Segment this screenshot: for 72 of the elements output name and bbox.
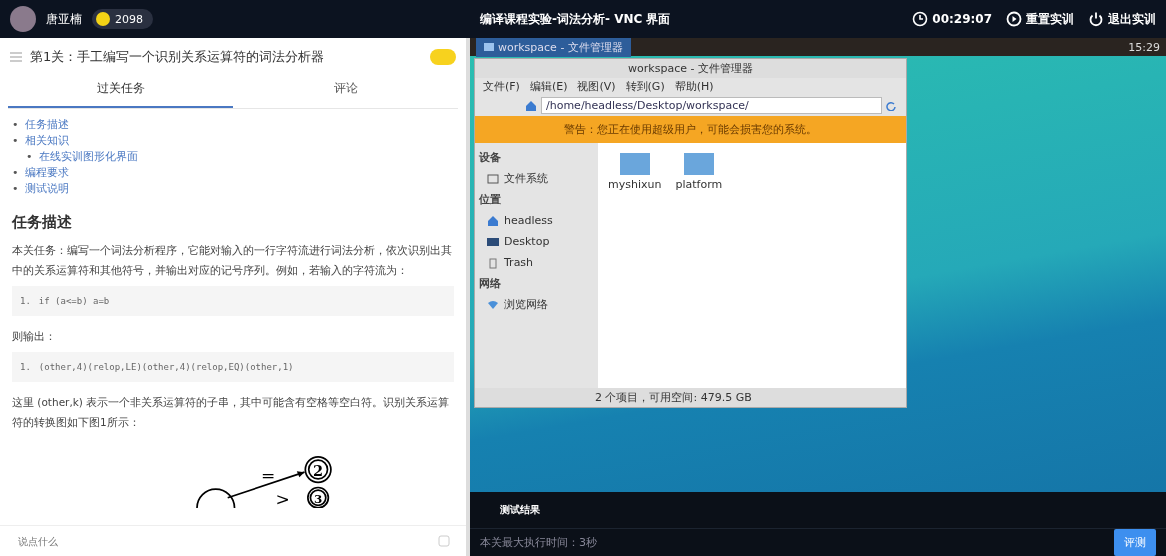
reload-icon[interactable]	[886, 100, 896, 111]
toc-link[interactable]: 相关知识	[24, 134, 69, 147]
sidebar-item[interactable]: Trash	[504, 252, 534, 273]
section-heading: 任务描述	[12, 213, 73, 232]
window-title: workspace - 文件管理器	[475, 59, 906, 78]
paragraph: 本关任务：编写一个词法分析程序，它能对输入的一行字符流进行词法分析，依次识别出其中的关系运算符和其他符号，并输出对应的记号序列。例如，若输入的字符流为：	[12, 243, 453, 278]
sidebar-item[interactable]: 浏览网络	[504, 294, 548, 315]
state-label: 3	[313, 491, 323, 506]
menu-item[interactable]: 转到(G)	[625, 79, 665, 94]
bullet-mark: •	[12, 134, 19, 147]
folder-icon[interactable]	[619, 151, 650, 175]
bullet-mark: •	[12, 166, 19, 179]
code-line: if (a<=b) a=b	[38, 296, 110, 306]
menu-item[interactable]: 编辑(E)	[529, 79, 568, 94]
home-icon[interactable]	[525, 99, 537, 112]
user-avatar[interactable]	[10, 6, 36, 32]
edge-label: =	[260, 464, 276, 485]
power-icon	[1088, 11, 1104, 27]
sidebar-item[interactable]: Desktop	[504, 231, 550, 252]
menu-item[interactable]: 视图(V)	[577, 79, 616, 94]
state-label: 2	[313, 462, 324, 480]
taskbar-clock: 15:29	[1128, 40, 1160, 54]
folder-name[interactable]: platform	[675, 178, 723, 191]
page-title: 编译课程实验-词法分析- VNC 界面	[480, 10, 671, 28]
timer-text: 00:29:07	[932, 12, 992, 26]
edge-label: >	[275, 488, 290, 508]
menu-icon[interactable]	[10, 52, 22, 62]
toc-link[interactable]: 测试说明	[24, 182, 69, 195]
user-name: 唐亚楠	[46, 10, 82, 28]
coin-icon	[96, 12, 110, 26]
drive-icon	[487, 172, 499, 185]
sidebar-header: 网络	[479, 276, 502, 292]
menu-item[interactable]: 文件(F)	[483, 79, 520, 94]
toc-link[interactable]: 任务描述	[24, 118, 69, 131]
clock-icon	[912, 11, 929, 27]
taskbar-window-button[interactable]: workspace - 文件管理器	[476, 37, 631, 57]
restart-icon	[1006, 11, 1022, 27]
code-line: (other,4)(relop,LE)(other,4)(relop,EQ)(other,1)	[38, 362, 294, 372]
line-number: 1.	[20, 296, 31, 306]
line-number: 1.	[20, 362, 31, 372]
tab[interactable]: 过关任务	[8, 72, 233, 108]
sidebar-header: 设备	[479, 150, 502, 166]
bullet-mark: •	[12, 182, 19, 195]
reset-button[interactable]: 重置实训	[1006, 10, 1074, 28]
home-icon	[487, 214, 499, 227]
folder-name[interactable]: myshixun	[608, 178, 662, 191]
paragraph: 则输出：	[12, 329, 57, 344]
coin-badge: 2098	[92, 9, 153, 29]
status-badge	[430, 49, 456, 65]
folder-icon[interactable]	[683, 151, 714, 175]
exit-button[interactable]: 退出实训	[1088, 10, 1156, 28]
toc-link[interactable]: 在线实训图形化界面	[38, 150, 138, 163]
bullet-mark: •	[26, 150, 33, 163]
desktop-icon	[487, 235, 499, 248]
sidebar-item[interactable]: 文件系统	[504, 168, 548, 189]
result-tab[interactable]: 测试结果	[500, 503, 540, 517]
warning-bar: 警告：您正在使用超级用户，可能会损害您的系统。	[475, 116, 906, 143]
paragraph: 这里 (other,k) 表示一个非关系运算符的子串，其中可能含有空格等空白符。识别关系运算符的转换图如下图1所示：	[12, 395, 451, 430]
network-icon	[487, 298, 499, 311]
task-title: 第1关：手工编写一个识别关系运算符的词法分析器	[30, 48, 326, 66]
sidebar-item[interactable]: headless	[504, 210, 553, 231]
folder-icon	[484, 42, 494, 52]
result-message: 本关最大执行时间：3秒	[480, 535, 597, 550]
send-icon[interactable]	[438, 535, 450, 547]
menu-item[interactable]: 帮助(H)	[674, 79, 714, 94]
toc-link[interactable]: 编程要求	[24, 166, 69, 179]
trash-icon	[487, 256, 499, 269]
tab[interactable]: 评论	[233, 72, 458, 108]
bullet-mark: •	[12, 118, 19, 131]
path-field[interactable]: /home/headless/Desktop/workspace/	[541, 97, 882, 114]
sidebar-header: 位置	[479, 192, 502, 208]
status-bar: 2 个项目，可用空间: 479.5 GB	[475, 388, 906, 407]
